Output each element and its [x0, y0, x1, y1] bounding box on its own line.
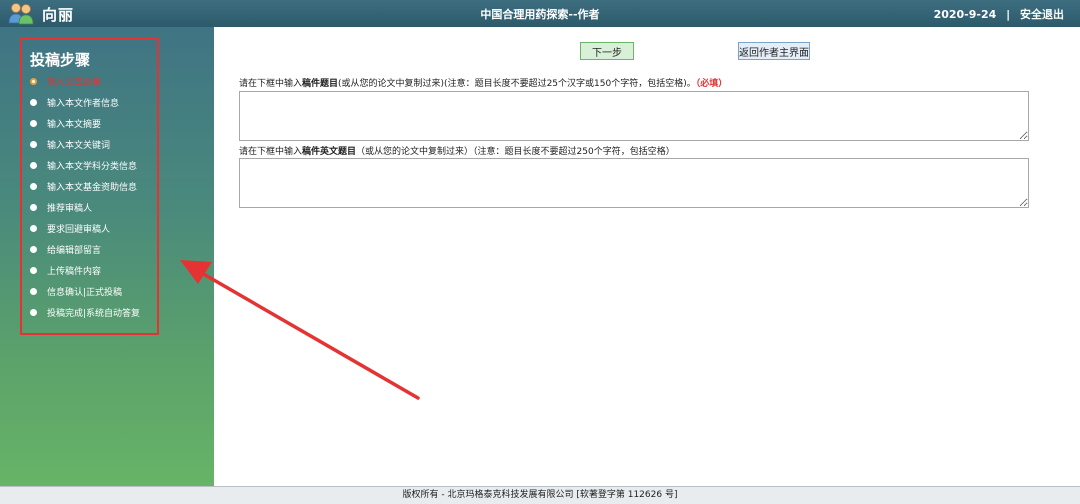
radio-icon	[30, 203, 37, 211]
step-item-keywords[interactable]: 输入本文关键词	[30, 136, 110, 152]
step-label: 要求回避审稿人	[47, 224, 111, 235]
app-title: 中国合理用药探索--作者	[480, 8, 600, 21]
step-item-confirm[interactable]: 信息确认|正式投稿	[30, 283, 122, 299]
title-textarea[interactable]	[239, 91, 1029, 141]
step-label: 信息确认|正式投稿	[47, 287, 123, 298]
steps-title: 投稿步骤	[30, 51, 91, 69]
top-bar: 向丽 中国合理用药探索--作者 2020-9-24 | 安全退出	[0, 0, 1080, 27]
step-item-classification[interactable]: 输入本文学科分类信息	[30, 157, 137, 173]
radio-icon	[30, 161, 37, 169]
title-instruction: 请在下框中输入稿件题目(或从您的论文中复制过来)(注意：题目长度不要超过25个汉…	[239, 79, 728, 89]
return-home-button[interactable]: 返回作者主界面	[738, 42, 810, 60]
next-step-button[interactable]: 下一步	[580, 42, 634, 60]
footer: 版权所有 - 北京玛格泰克科技发展有限公司 [软著登字第 112626 号]	[0, 486, 1080, 504]
logout-link[interactable]: 安全退出	[1020, 8, 1064, 21]
step-item-abstract[interactable]: 输入本文摘要	[30, 115, 101, 131]
header-right: 2020-9-24 | 安全退出	[934, 6, 1064, 22]
radio-icon	[30, 119, 37, 127]
step-item-authors[interactable]: 输入本文作者信息	[30, 94, 119, 110]
step-label: 推荐审稿人	[47, 203, 93, 214]
step-label: 输入本文摘要	[47, 119, 102, 130]
radio-icon	[30, 308, 37, 316]
step-label: 输入本文基金资助信息	[47, 182, 138, 193]
step-label: 输入文章题目	[47, 77, 102, 88]
step-label: 给编辑部留言	[47, 245, 102, 256]
english-title-textarea[interactable]	[239, 158, 1029, 208]
radio-icon	[30, 266, 37, 274]
step-label: 上传稿件内容	[47, 266, 102, 277]
step-item-complete[interactable]: 投稿完成|系统自动答复	[30, 304, 140, 320]
step-item-title[interactable]: 输入文章题目	[30, 73, 101, 89]
step-label: 投稿完成|系统自动答复	[47, 308, 141, 319]
english-title-instruction: 请在下框中输入稿件英文题目（或从您的论文中复制过来）（注意：题目长度不要超过25…	[239, 147, 675, 157]
step-item-upload[interactable]: 上传稿件内容	[30, 262, 101, 278]
radio-selected-icon	[30, 77, 37, 85]
step-label: 输入本文学科分类信息	[47, 161, 138, 172]
radio-icon	[30, 140, 37, 148]
radio-icon	[30, 287, 37, 295]
radio-icon	[30, 245, 37, 253]
radio-icon	[30, 182, 37, 190]
step-item-message-editor[interactable]: 给编辑部留言	[30, 241, 101, 257]
radio-icon	[30, 98, 37, 106]
step-item-funding[interactable]: 输入本文基金资助信息	[30, 178, 137, 194]
step-item-avoid-reviewer[interactable]: 要求回避审稿人	[30, 220, 110, 236]
step-item-recommend-reviewer[interactable]: 推荐审稿人	[30, 199, 92, 215]
step-label: 输入本文作者信息	[47, 98, 120, 109]
step-label: 输入本文关键词	[47, 140, 111, 151]
header-separator: |	[1006, 8, 1011, 21]
radio-icon	[30, 224, 37, 232]
current-date: 2020-9-24	[933, 8, 997, 21]
required-marker: （必填）	[695, 79, 728, 89]
